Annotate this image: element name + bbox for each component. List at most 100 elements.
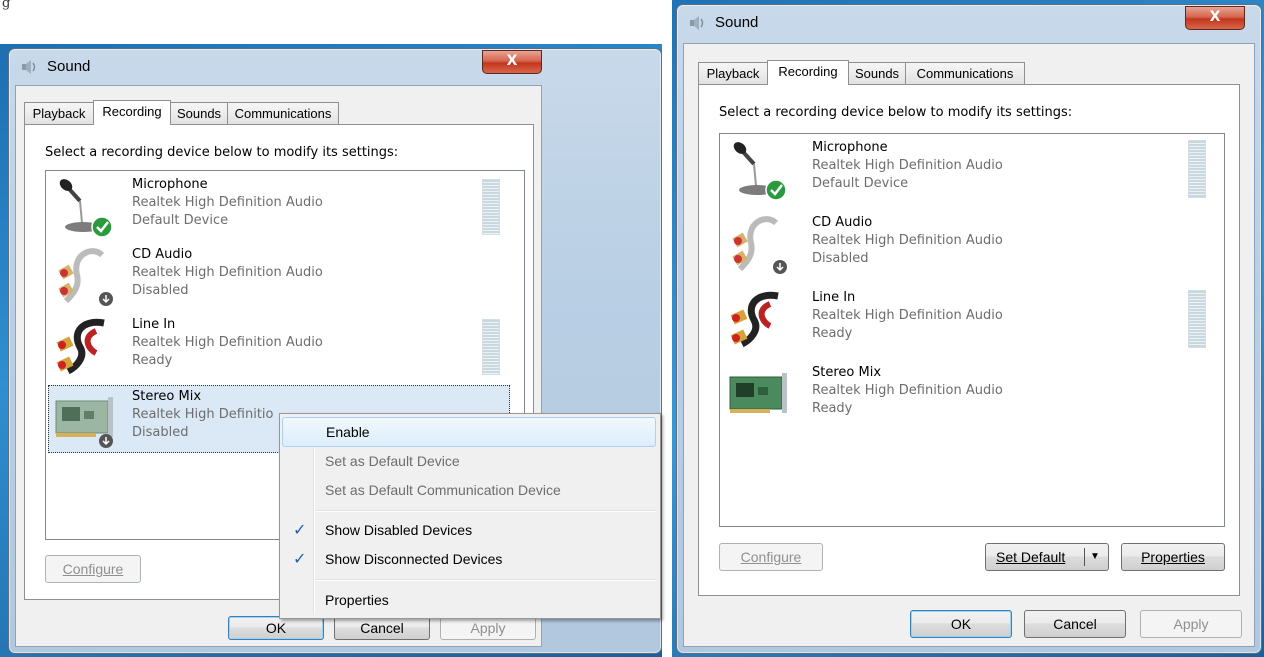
cancel-button[interactable]: Cancel [1024,610,1126,638]
device-status: Ready [812,326,853,341]
menu-item-properties[interactable]: Properties [282,586,656,614]
level-meter [482,179,500,235]
device-status: Ready [132,353,173,368]
device-status: Default Device [132,213,229,228]
device-driver: Realtek High Definition Audio [812,158,1003,173]
device-driver: Realtek High Definition Audio [812,233,1003,248]
ok-button[interactable]: OK [910,610,1012,638]
device-item-cd-audio[interactable]: CD Audio Realtek High Definition Audio D… [720,209,1224,279]
device-driver: Realtek High Definition Audio [132,265,323,280]
device-item-cd-audio[interactable]: CD Audio Realtek High Definition Audio D… [46,241,524,311]
tab-recording[interactable]: Recording [93,100,171,125]
line-in-cable-icon [730,291,779,348]
device-driver: Realtek High Definition Audio [812,308,1003,323]
device-item-line-in[interactable]: Line In Realtek High Definition Audio Re… [46,311,524,381]
close-button[interactable]: X [482,50,542,74]
tab-strip: Playback Recording Sounds Communications [698,60,1058,85]
title-bar[interactable]: Sound X [9,49,661,85]
configure-label: Configure [62,561,124,577]
checkmark-icon: ✓ [293,522,307,539]
window-title: Sound [715,14,759,31]
device-item-line-in[interactable]: Line In Realtek High Definition Audio Re… [720,284,1224,354]
device-name: CD Audio [812,215,873,230]
menu-item-set-default-device[interactable]: Set as Default Device [282,447,656,475]
menu-item-label: Show Disconnected Devices [325,551,503,567]
split-divider [1084,548,1085,566]
device-name: Microphone [812,140,888,155]
cropped-caption-text: g [2,0,11,11]
device-name: Stereo Mix [132,389,202,404]
level-meter [1188,290,1206,348]
device-driver: Realtek High Definitio [132,407,274,422]
set-default-label: Set Default [996,549,1066,565]
device-item-microphone[interactable]: Microphone Realtek High Definition Audio… [46,171,524,241]
title-bar[interactable]: Sound X [677,5,1261,41]
tab-communications[interactable]: Communications [905,62,1025,84]
sound-card-icon [55,397,113,448]
tab-playback[interactable]: Playback [698,62,768,84]
level-meter [1188,140,1206,198]
cd-audio-cable-icon [732,216,787,274]
tab-recording[interactable]: Recording [767,60,849,85]
apply-button[interactable]: Apply [440,616,536,640]
menu-item-set-default-communication-device[interactable]: Set as Default Communication Device [282,476,656,504]
menu-separator [316,579,656,581]
menu-item-show-disabled-devices[interactable]: ✓ Show Disabled Devices [282,516,656,544]
device-name: Stereo Mix [812,365,882,380]
device-status: Disabled [132,283,189,298]
menu-item-show-disconnected-devices[interactable]: ✓ Show Disconnected Devices [282,545,656,573]
device-item-stereo-mix[interactable]: Stereo Mix Realtek High Definition Audio… [720,359,1224,429]
properties-button[interactable]: Properties [1121,543,1225,571]
microphone-icon [733,142,787,200]
menu-item-label: Show Disabled Devices [325,522,473,538]
tab-strip: Playback Recording Sounds Communications [24,100,364,125]
device-driver: Realtek High Definition Audio [812,383,1003,398]
sound-dialog-right: Sound X Playback Recording Sounds Commun… [676,4,1262,654]
device-status: Ready [812,401,853,416]
tab-playback[interactable]: Playback [24,102,94,124]
tab-sounds[interactable]: Sounds [170,102,228,124]
dropdown-arrow-icon[interactable]: ▼ [1090,544,1100,570]
device-driver: Realtek High Definition Audio [132,195,323,210]
device-name: Microphone [132,177,208,192]
menu-item-label: Set as Default Device [325,453,460,469]
device-status: Disabled [812,251,869,266]
menu-item-label: Set as Default Communication Device [325,482,561,498]
configure-button[interactable]: Configure [45,555,141,583]
instruction-text: Select a recording device below to modif… [45,145,399,160]
device-driver: Realtek High Definition Audio [132,335,323,350]
recording-device-list[interactable]: Microphone Realtek High Definition Audio… [719,133,1225,527]
tab-sounds[interactable]: Sounds [848,62,906,84]
cd-audio-cable-icon [58,248,113,306]
menu-item-enable[interactable]: Enable [282,417,656,447]
tab-communications[interactable]: Communications [227,102,339,124]
recording-tab-panel: Select a recording device below to modif… [698,84,1240,596]
properties-label: Properties [1141,549,1205,565]
device-context-menu: Enable Set as Default Device Set as Defa… [279,413,661,619]
menu-item-label: Enable [326,424,370,440]
dialog-client-area: Playback Recording Sounds Communications… [683,43,1255,647]
window-title: Sound [47,58,91,75]
instruction-text: Select a recording device below to modif… [719,105,1073,120]
device-name: Line In [812,290,856,305]
configure-label: Configure [740,549,802,565]
set-default-button[interactable]: Set Default ▼ [985,543,1109,571]
cancel-button[interactable]: Cancel [334,616,430,640]
configure-button[interactable]: Configure [719,543,823,571]
device-status: Default Device [812,176,909,191]
line-in-cable-icon [56,318,105,375]
speaker-icon [22,60,36,74]
microphone-icon [59,179,113,237]
speaker-icon [690,16,704,30]
level-meter [482,319,500,375]
device-item-microphone[interactable]: Microphone Realtek High Definition Audio… [720,134,1224,204]
device-name: Line In [132,317,176,332]
close-button[interactable]: X [1185,6,1245,30]
ok-button[interactable]: OK [228,616,324,640]
menu-separator [316,510,656,512]
sound-card-icon [729,373,787,413]
apply-button[interactable]: Apply [1140,610,1242,638]
menu-item-label: Properties [325,592,389,608]
device-name: CD Audio [132,247,193,262]
device-status: Disabled [132,425,189,440]
